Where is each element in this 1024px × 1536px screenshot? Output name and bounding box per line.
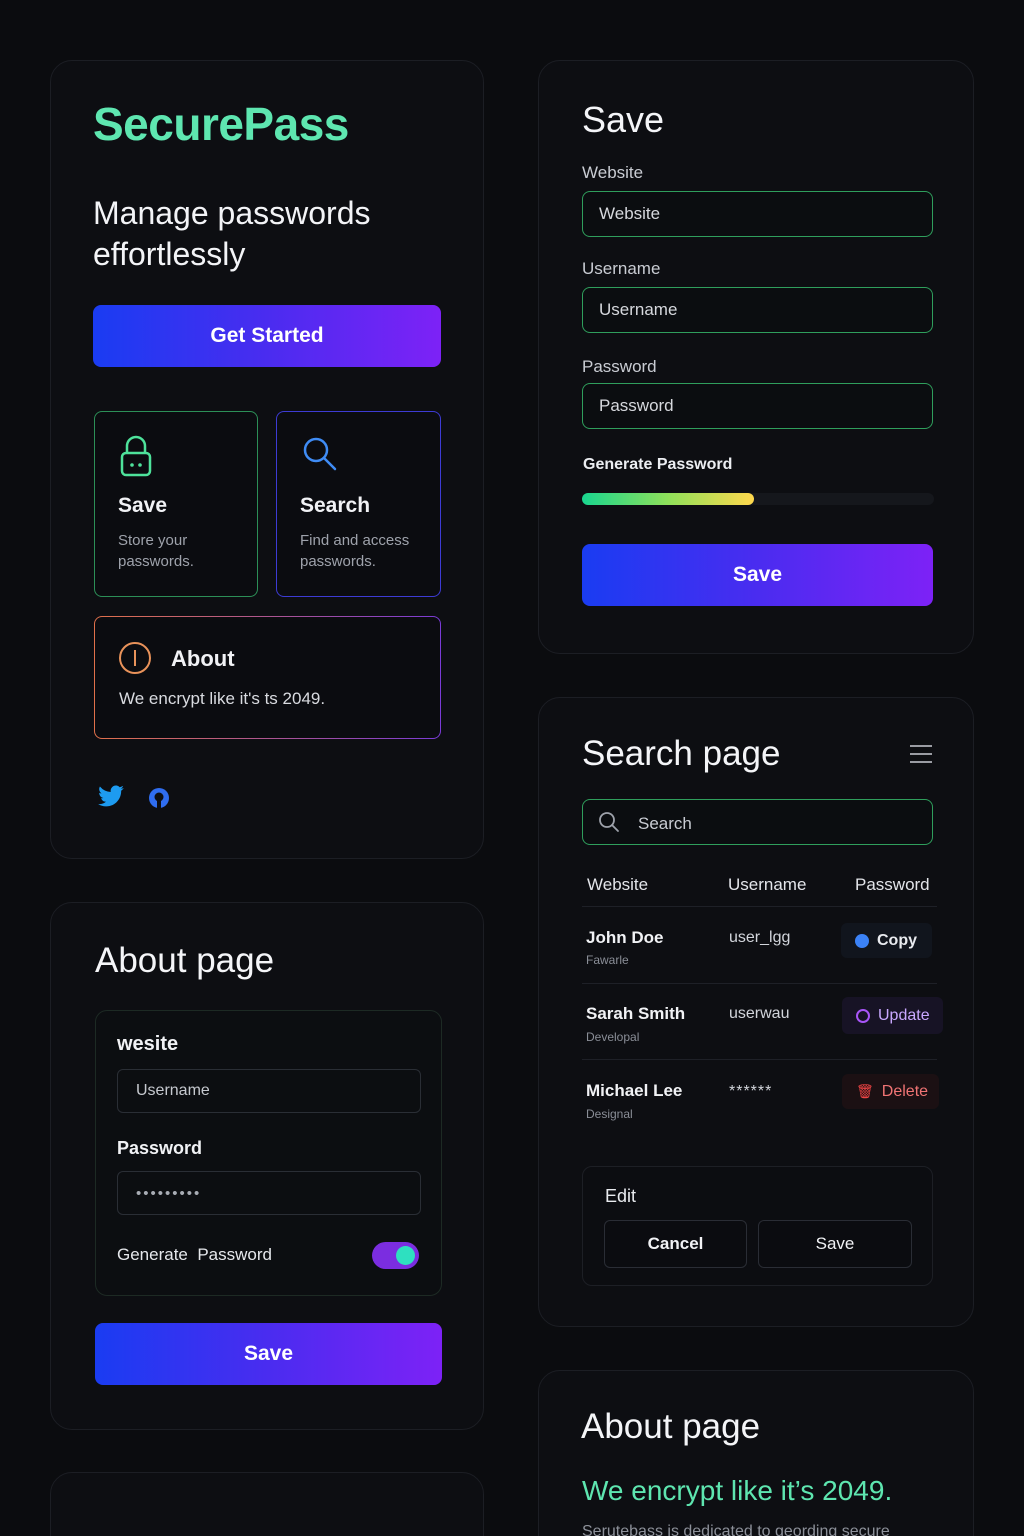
- about-save-button[interactable]: Save: [95, 1323, 442, 1385]
- generate-toggle[interactable]: [372, 1242, 419, 1269]
- feature-save-card[interactable]: Save Store your passwords.: [94, 411, 258, 597]
- save-card: Save Website Website Username Username P…: [538, 60, 974, 654]
- edit-save-button[interactable]: Save: [758, 1220, 912, 1268]
- row1-name: John Doe: [586, 928, 664, 947]
- about-generate-label: Generate Password: [117, 1245, 272, 1264]
- feature-save-title: Save: [118, 494, 168, 517]
- about-form-title: About page: [95, 941, 275, 980]
- row3-name: Michael Lee: [586, 1081, 683, 1100]
- feature-search-desc-line2: passwords.: [300, 553, 376, 570]
- row2-sub: Developal: [586, 1030, 640, 1044]
- copy-label: Copy: [877, 931, 917, 949]
- row2-name: Sarah Smith: [586, 1004, 686, 1023]
- lock-icon: [119, 434, 153, 483]
- update-label: Update: [878, 1006, 930, 1024]
- strength-track: [582, 493, 934, 505]
- about-username-field[interactable]: Username: [117, 1069, 421, 1113]
- about-page-body: Serutebass is dedicated to geording secu…: [582, 1523, 890, 1536]
- about-form-inner: wesite Username Password ••••••••• Gener…: [95, 1010, 442, 1296]
- search-card: Search page Search Website Username Pass…: [538, 697, 974, 1327]
- update-button[interactable]: Update: [842, 997, 943, 1034]
- search-page-title: Search page: [582, 734, 781, 773]
- col-username: Username: [728, 875, 807, 894]
- password-field[interactable]: Password: [582, 383, 933, 429]
- partial-card: [50, 1472, 484, 1536]
- row1-username: user_lgg: [729, 929, 791, 946]
- about-website-label: wesite: [117, 1033, 179, 1055]
- tagline-line1: Manage passwords: [93, 195, 371, 231]
- twitter-icon[interactable]: [97, 785, 125, 814]
- trash-icon: 🗑: [856, 1083, 874, 1099]
- save-button[interactable]: Save: [582, 544, 933, 606]
- tagline-line2: effortlessly: [93, 236, 246, 272]
- delete-button[interactable]: 🗑 Delete: [842, 1074, 939, 1109]
- strength-fill: [582, 493, 755, 505]
- info-icon: [118, 641, 152, 680]
- username-field[interactable]: Username: [582, 287, 933, 333]
- about-box-title: About: [171, 646, 235, 671]
- website-label: Website: [582, 163, 644, 182]
- generate-password-label[interactable]: Generate Password: [583, 456, 732, 474]
- about-box-text: We encrypt like it's ts 2049.: [119, 689, 326, 708]
- row1-divider: [582, 983, 937, 984]
- get-started-button[interactable]: Get Started: [93, 305, 441, 367]
- feature-search-title: Search: [300, 494, 371, 517]
- update-icon: [856, 1008, 870, 1023]
- search-input-placeholder: Search: [638, 814, 692, 833]
- password-label: Password: [582, 357, 657, 376]
- feature-search-desc-line1: Find and access: [300, 532, 410, 549]
- about-page-title: About page: [581, 1407, 761, 1446]
- edit-panel: Edit Cancel Save: [582, 1166, 933, 1286]
- about-page-card: About page We encrypt like it’s 2049. Se…: [538, 1370, 974, 1536]
- copy-button[interactable]: Copy: [841, 923, 932, 958]
- search-icon: [302, 436, 338, 477]
- username-label: Username: [582, 259, 661, 278]
- tagline: Manage passwords effortlessly: [93, 193, 370, 275]
- edit-title: Edit: [605, 1186, 637, 1206]
- github-icon[interactable]: [148, 787, 170, 814]
- header-divider: [582, 906, 937, 907]
- row3-password-masked: ******: [729, 1083, 773, 1100]
- row3-sub: Designal: [586, 1107, 633, 1121]
- about-box[interactable]: About We encrypt like it's ts 2049.: [94, 616, 441, 739]
- toggle-knob: [396, 1246, 415, 1265]
- feature-save-desc-line1: Store your: [118, 532, 188, 549]
- about-page-headline: We encrypt like it’s 2049.: [582, 1475, 893, 1506]
- about-form-card: About page wesite Username Password ••••…: [50, 902, 484, 1430]
- about-password-label: Password: [117, 1138, 203, 1158]
- brand-title: SecurePass: [93, 98, 349, 150]
- save-page-title: Save: [582, 99, 665, 140]
- feature-search-card[interactable]: Search Find and access passwords.: [276, 411, 441, 597]
- col-website: Website: [587, 875, 649, 894]
- feature-search-desc: Find and access passwords.: [300, 530, 409, 572]
- about-password-field[interactable]: •••••••••: [117, 1171, 421, 1215]
- delete-label: Delete: [881, 1082, 929, 1100]
- row2-divider: [582, 1059, 937, 1060]
- row2-username: userwau: [729, 1005, 790, 1022]
- col-password: Password: [855, 875, 930, 894]
- hamburger-menu-icon[interactable]: [909, 744, 933, 769]
- feature-save-desc: Store your passwords.: [118, 530, 194, 572]
- copy-icon: [855, 933, 869, 948]
- cancel-button[interactable]: Cancel: [604, 1220, 747, 1268]
- website-field[interactable]: Website: [582, 191, 933, 237]
- home-card: SecurePass Manage passwords effortlessly…: [50, 60, 484, 859]
- search-input-icon: [598, 811, 620, 838]
- search-input[interactable]: Search: [582, 799, 933, 845]
- feature-save-desc-line2: passwords.: [118, 553, 194, 570]
- row1-sub: Fawarle: [586, 953, 629, 967]
